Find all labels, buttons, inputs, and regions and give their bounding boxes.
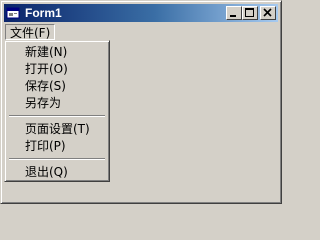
menu-item-save[interactable]: 保存(S) — [8, 78, 106, 95]
window-title: Form1 — [25, 6, 62, 20]
menu-file[interactable]: 文件(F) — [5, 24, 56, 40]
menu-separator — [9, 158, 105, 160]
menu-item-save-as[interactable]: 另存为 — [8, 95, 106, 112]
menu-separator — [9, 115, 105, 117]
file-menu-dropdown: 新建(N) 打开(O) 保存(S) 另存为 页面设置(T) 打印(P) 退出(Q… — [4, 40, 110, 182]
menu-item-exit[interactable]: 退出(Q) — [8, 164, 106, 181]
maximize-icon — [245, 8, 254, 17]
form-icon[interactable] — [6, 5, 22, 21]
close-button[interactable] — [260, 6, 276, 20]
menu-bar: 文件(F) — [4, 23, 278, 41]
menu-item-print[interactable]: 打印(P) — [8, 138, 106, 155]
title-bar[interactable]: Form1 — [4, 4, 278, 22]
close-icon — [263, 8, 272, 17]
maximize-button[interactable] — [242, 6, 258, 20]
menu-item-new[interactable]: 新建(N) — [8, 44, 106, 61]
menu-item-page-setup[interactable]: 页面设置(T) — [8, 121, 106, 138]
minimize-icon — [230, 15, 236, 17]
menu-item-open[interactable]: 打开(O) — [8, 61, 106, 78]
minimize-button[interactable] — [226, 6, 242, 20]
